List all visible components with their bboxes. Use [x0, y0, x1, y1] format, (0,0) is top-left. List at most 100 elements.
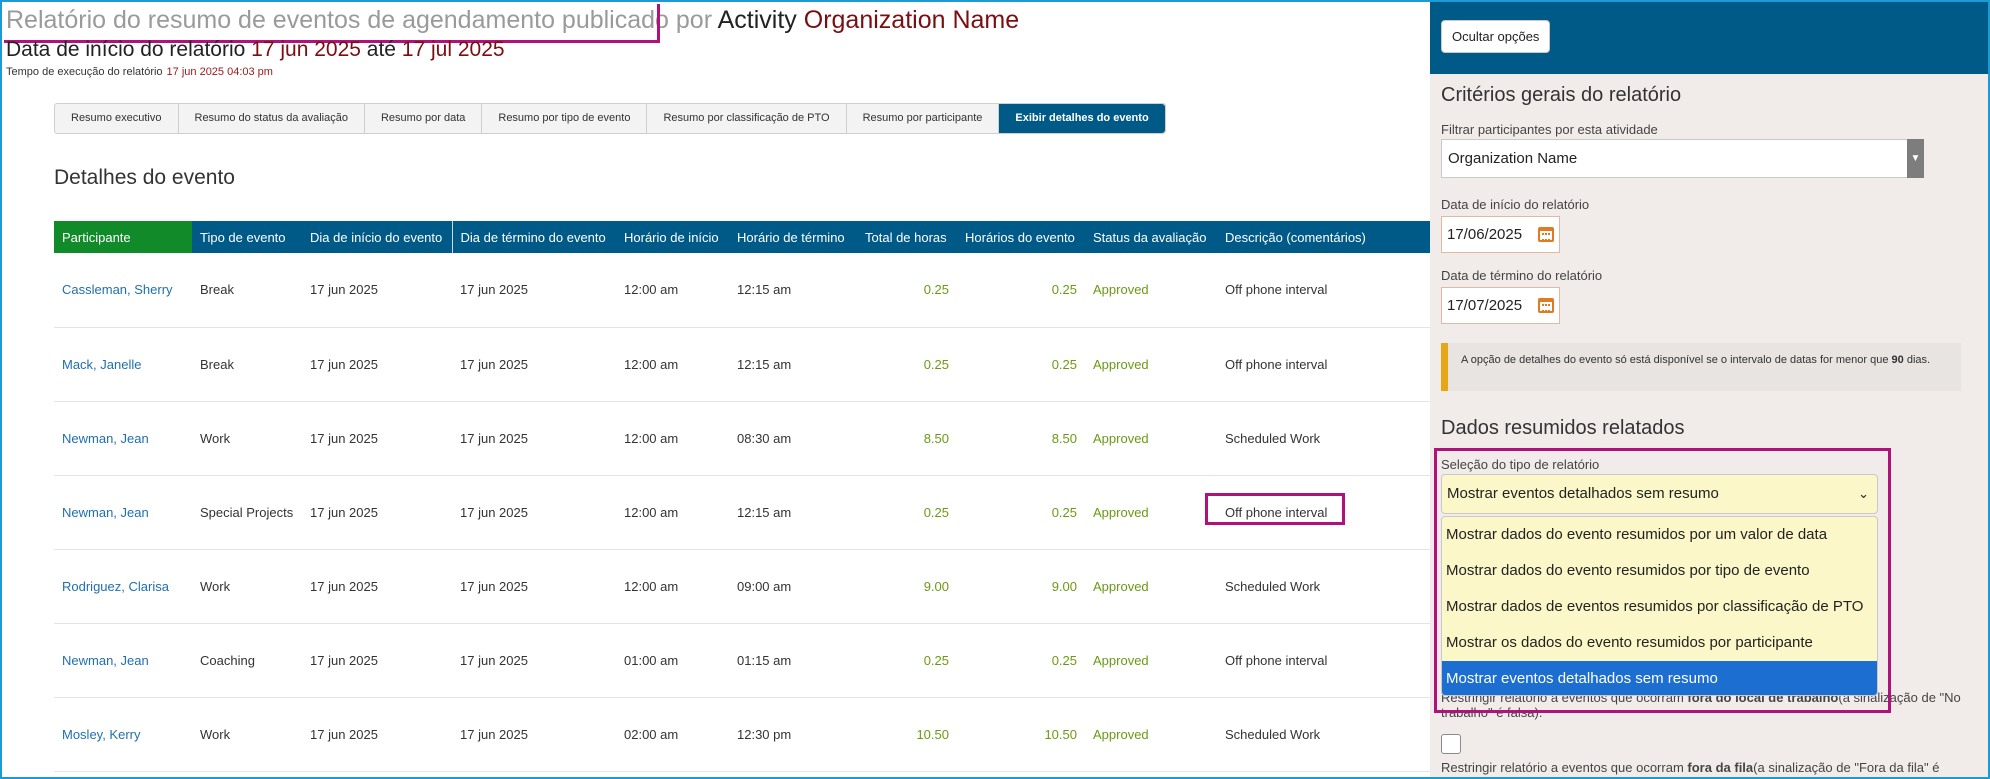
options-panel: Ocultar opções Critérios gerais do relat… — [1430, 2, 1988, 777]
table-row: Mosley, Kerry Work 17 jun 2025 17 jun 20… — [54, 697, 1430, 772]
end-time-cell: 09:00 am — [729, 549, 857, 624]
end-time-cell: 12:15 am — [729, 253, 857, 328]
date-connector: até — [366, 38, 396, 61]
start-day-cell: 17 jun 2025 — [302, 401, 452, 476]
table-header-row: Participante Tipo de evento Dia de iníci… — [54, 221, 1430, 253]
total-hours-cell: 0.25 — [857, 475, 957, 550]
description-cell: Off phone interval — [1217, 327, 1430, 402]
end-time-cell: 12:15 am — [729, 475, 857, 550]
filter-label: Filtrar participantes por esta atividade — [1441, 122, 1658, 137]
end-day-cell: 17 jun 2025 — [452, 253, 616, 328]
end-date-label: Data de término do relatório — [1441, 268, 1603, 283]
event-type-cell: Work — [192, 697, 302, 772]
tab-event-type-summary[interactable]: Resumo por tipo de evento — [482, 104, 648, 133]
hide-options-button[interactable]: Ocultar opções — [1441, 20, 1551, 53]
section-title: Detalhes do evento — [54, 166, 235, 189]
end-day-cell: 17 jun 2025 — [452, 697, 616, 772]
table-row: Newman, Jean Work 17 jun 2025 17 jun 202… — [54, 401, 1430, 476]
description-highlight-box — [1205, 492, 1345, 525]
col-review-status[interactable]: Status da avaliação — [1085, 221, 1217, 253]
col-event-hours[interactable]: Horários do evento — [957, 221, 1085, 253]
end-day-cell: 17 jun 2025 — [452, 475, 616, 550]
status-cell: Approved — [1085, 549, 1217, 624]
col-start-time[interactable]: Horário de início — [616, 221, 729, 253]
exec-label: Tempo de execução do relatório — [6, 66, 163, 78]
participant-link[interactable]: Mack, Janelle — [54, 327, 192, 402]
date-end: 17 jul 2025 — [401, 38, 505, 61]
col-participant[interactable]: Participante — [54, 221, 192, 253]
start-time-cell: 12:00 am — [616, 327, 729, 402]
description-cell: Scheduled Work — [1217, 697, 1430, 772]
tab-pto-summary[interactable]: Resumo por classificação de PTO — [647, 104, 847, 133]
date-start: 17 jun 2025 — [251, 38, 361, 61]
participant-link[interactable]: Newman, Jean — [54, 623, 192, 698]
total-hours-cell: 0.25 — [857, 327, 957, 402]
criteria-title: Critérios gerais do relatório — [1441, 84, 1682, 106]
report-type-highlight-box — [1434, 448, 1891, 713]
col-end-day[interactable]: Dia de término do evento — [451, 221, 616, 253]
end-time-cell: 12:15 am — [729, 327, 857, 402]
col-total-hours[interactable]: Total de horas — [857, 221, 957, 253]
restrict2-pre: Restringir relatório a eventos que ocorr… — [1441, 760, 1684, 775]
events-table: Participante Tipo de evento Dia de iníci… — [54, 221, 1430, 772]
tab-date-summary[interactable]: Resumo por data — [365, 104, 483, 133]
table-row: Rodriguez, Clarisa Work 17 jun 2025 17 j… — [54, 549, 1430, 624]
start-time-cell: 12:00 am — [616, 253, 729, 328]
total-hours-cell: 10.50 — [857, 697, 957, 772]
event-hours-cell: 9.00 — [957, 549, 1085, 624]
tab-event-details[interactable]: Exibir detalhes do evento — [999, 104, 1165, 133]
event-hours-cell: 0.25 — [957, 253, 1085, 328]
event-hours-cell: 0.25 — [957, 327, 1085, 402]
activity-filter-value: Organization Name — [1448, 150, 1578, 167]
event-type-cell: Break — [192, 327, 302, 402]
status-cell: Approved — [1085, 401, 1217, 476]
end-time-cell: 08:30 am — [729, 401, 857, 476]
participant-link[interactable]: Rodriguez, Clarisa — [54, 549, 192, 624]
notice-text: A opção de detalhes do evento só está di… — [1461, 354, 1889, 366]
restrict-queue-text: Restringir relatório a eventos que ocorr… — [1441, 760, 1971, 775]
start-date-label: Data de início do relatório — [1441, 197, 1590, 212]
end-day-cell: 17 jun 2025 — [452, 623, 616, 698]
event-hours-cell: 0.25 — [957, 475, 1085, 550]
participant-link[interactable]: Newman, Jean — [54, 401, 192, 476]
description-cell: Scheduled Work — [1217, 549, 1430, 624]
col-end-time[interactable]: Horário de término — [729, 221, 857, 253]
col-event-type[interactable]: Tipo de evento — [192, 221, 302, 253]
caret-down-icon[interactable]: ▼ — [1907, 139, 1924, 178]
off-queue-checkbox[interactable] — [1441, 734, 1461, 754]
activity-filter-select[interactable]: Organization Name — [1441, 139, 1919, 178]
col-start-day[interactable]: Dia de início do evento — [302, 221, 452, 253]
end-date-input[interactable]: 17/07/2025 — [1441, 287, 1560, 324]
highlighted-description: Off phone interval — [1205, 492, 1345, 525]
participant-link[interactable]: Mosley, Kerry — [54, 697, 192, 772]
participant-link[interactable]: Newman, Jean — [54, 475, 192, 550]
description-cell: Scheduled Work — [1217, 401, 1430, 476]
calendar-icon[interactable] — [1538, 227, 1554, 242]
calendar-icon[interactable] — [1538, 298, 1554, 313]
panel-header: Ocultar opções — [1430, 2, 1988, 74]
date-prefix: Data de início do relatório — [6, 38, 246, 61]
start-day-cell: 17 jun 2025 — [302, 475, 452, 550]
start-date-input[interactable]: 17/06/2025 — [1441, 216, 1560, 253]
event-hours-cell: 8.50 — [957, 401, 1085, 476]
tab-executive-summary[interactable]: Resumo executivo — [55, 104, 179, 133]
total-hours-cell: 9.00 — [857, 549, 957, 624]
report-tabs: Resumo executivo Resumo do status da ava… — [54, 103, 1166, 134]
total-hours-cell: 0.25 — [857, 253, 957, 328]
participant-link[interactable]: Cassleman, Sherry — [54, 253, 192, 328]
title-org: Organization Name — [803, 6, 1020, 34]
event-hours-cell: 10.50 — [957, 697, 1085, 772]
start-day-cell: 17 jun 2025 — [302, 327, 452, 402]
col-description[interactable]: Descrição (comentários) — [1217, 221, 1430, 253]
title-activity: Activity — [717, 6, 797, 34]
end-day-cell: 17 jun 2025 — [452, 401, 616, 476]
tab-participant-summary[interactable]: Resumo por participante — [847, 104, 1000, 133]
tab-status-summary[interactable]: Resumo do status da avaliação — [179, 104, 365, 133]
end-date-value: 17/07/2025 — [1447, 297, 1523, 314]
table-row: Newman, Jean Special Projects 17 jun 202… — [54, 475, 1430, 550]
start-day-cell: 17 jun 2025 — [302, 697, 452, 772]
total-hours-cell: 0.25 — [857, 623, 957, 698]
event-type-cell: Break — [192, 253, 302, 328]
description-cell: Off phone interval — [1217, 253, 1430, 328]
description-cell: Off phone interval — [1217, 623, 1430, 698]
